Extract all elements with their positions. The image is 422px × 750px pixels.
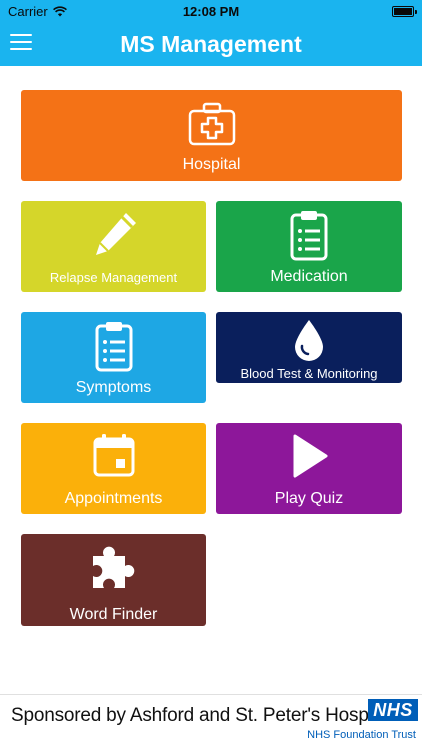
blood-drop-icon (295, 320, 323, 361)
tile-label: Relapse Management (49, 270, 178, 285)
tile-symptoms[interactable]: Symptoms (21, 312, 206, 403)
nav-bar: MS Management (0, 22, 422, 66)
play-icon (293, 434, 328, 478)
pencil-icon (95, 213, 136, 255)
clipboard-icon (95, 322, 132, 372)
tile-play-quiz[interactable]: Play Quiz (216, 423, 402, 514)
clipboard-icon (290, 211, 328, 261)
wifi-icon (52, 5, 67, 16)
tile-relapse-management[interactable]: Relapse Management (21, 201, 206, 292)
carrier-info: Carrier (8, 4, 67, 19)
tile-word-finder[interactable]: Word Finder (21, 534, 206, 626)
tile-label: Hospital (182, 156, 241, 173)
nhs-logo: NHS (368, 699, 418, 721)
first-aid-kit-icon (188, 102, 235, 146)
sponsor-text: Sponsored by Ashford and St. Peter's Hos… (11, 705, 402, 726)
tile-label: Medication (270, 268, 348, 285)
status-bar: Carrier 12:08 PM (0, 0, 422, 22)
puzzle-icon (92, 546, 134, 588)
carrier-label: Carrier (8, 3, 48, 19)
trust-text: NHS Foundation Trust (307, 729, 416, 741)
tile-blood-test-monitoring[interactable]: Blood Test & Monitoring (216, 312, 402, 383)
tile-label: Word Finder (69, 606, 158, 623)
tile-label: Symptoms (75, 379, 152, 396)
tile-hospital[interactable]: Hospital (21, 90, 402, 181)
tile-label: Blood Test & Monitoring (240, 366, 378, 381)
page-title: MS Management (120, 30, 302, 57)
tile-appointments[interactable]: Appointments (21, 423, 206, 514)
tile-label: Play Quiz (274, 490, 344, 507)
battery-icon (392, 5, 417, 17)
hamburger-menu-icon[interactable] (10, 34, 32, 52)
tile-label: Appointments (64, 490, 163, 507)
tile-medication[interactable]: Medication (216, 201, 402, 292)
sponsor-footer: Sponsored by Ashford and St. Peter's Hos… (0, 694, 422, 750)
calendar-icon (93, 434, 134, 477)
